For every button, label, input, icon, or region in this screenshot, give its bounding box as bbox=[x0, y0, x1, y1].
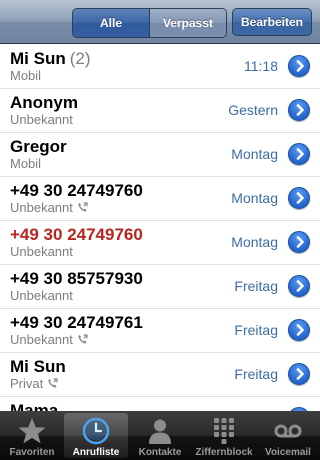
detail-disclosure-icon[interactable] bbox=[288, 143, 310, 165]
number-label: Mobil bbox=[10, 156, 41, 171]
keypad-icon bbox=[209, 417, 239, 445]
star-icon bbox=[17, 417, 47, 445]
call-time: Montag bbox=[231, 190, 278, 206]
call-time: Montag bbox=[231, 146, 278, 162]
call-row[interactable]: Mi Sun Privat Freitag bbox=[0, 353, 320, 397]
call-time: Gestern bbox=[228, 102, 278, 118]
number-label: Privat bbox=[10, 376, 58, 391]
caller-name-text: Mi Sun bbox=[10, 49, 66, 68]
contact-icon bbox=[145, 417, 175, 445]
navigation-bar: Alle Verpasst Bearbeiten bbox=[0, 0, 320, 44]
number-label-text: Unbekannt bbox=[10, 200, 73, 215]
tab-anrufliste[interactable]: Anrufliste bbox=[64, 413, 128, 458]
number-label: Unbekannt bbox=[10, 244, 73, 259]
call-row[interactable]: +49 30 24749760 Unbekannt Montag bbox=[0, 221, 320, 265]
outgoing-call-icon bbox=[77, 201, 88, 212]
call-count: (2) bbox=[69, 49, 91, 68]
number-label: Unbekannt bbox=[10, 200, 88, 215]
number-label-text: Unbekannt bbox=[10, 112, 73, 127]
tab-label: Ziffernblock bbox=[195, 447, 253, 458]
caller-name: Anonym bbox=[10, 93, 78, 113]
recents-list: Mi Sun (2) Mobil 11:18 Anonym Unbekannt Gester… bbox=[0, 45, 320, 411]
caller-name: +49 30 24749760 bbox=[10, 225, 143, 245]
caller-name: +49 30 85757930 bbox=[10, 269, 143, 289]
call-time: Freitag bbox=[234, 322, 278, 338]
number-label: Unbekannt bbox=[10, 332, 88, 347]
segment-missed[interactable]: Verpasst bbox=[149, 9, 226, 37]
number-label-text: Mobil bbox=[10, 156, 42, 171]
number-label-text: Mobil bbox=[10, 68, 42, 83]
caller-name-text: +49 30 85757930 bbox=[10, 269, 143, 288]
tab-voicemail[interactable]: Voicemail bbox=[256, 413, 320, 458]
caller-name: Mi Sun bbox=[10, 357, 66, 377]
detail-disclosure-icon[interactable] bbox=[288, 187, 310, 209]
caller-name: +49 30 24749760 bbox=[10, 181, 143, 201]
number-label-text: Unbekannt bbox=[10, 332, 73, 347]
detail-disclosure-icon[interactable] bbox=[288, 319, 310, 341]
call-row[interactable]: +49 30 24749760 Unbekannt Montag bbox=[0, 177, 320, 221]
edit-button[interactable]: Bearbeiten bbox=[232, 8, 312, 36]
voicemail-icon bbox=[273, 417, 303, 445]
number-label-text: Unbekannt bbox=[10, 288, 73, 303]
tab-ziffernblock[interactable]: Ziffernblock bbox=[192, 413, 256, 458]
number-label-text: Unbekannt bbox=[10, 244, 73, 259]
call-row[interactable]: +49 30 24749761 Unbekannt Freitag bbox=[0, 309, 320, 353]
call-row[interactable]: Mi Sun (2) Mobil 11:18 bbox=[0, 45, 320, 89]
caller-name-text: +49 30 24749761 bbox=[10, 313, 143, 332]
tab-label: Favoriten bbox=[9, 447, 55, 458]
caller-name: Mama bbox=[10, 401, 58, 411]
detail-disclosure-icon[interactable] bbox=[288, 231, 310, 253]
call-time: Freitag bbox=[234, 366, 278, 382]
call-row[interactable]: Gregor Mobil Montag bbox=[0, 133, 320, 177]
detail-disclosure-icon[interactable] bbox=[288, 363, 310, 385]
detail-disclosure-icon[interactable] bbox=[288, 55, 310, 77]
call-row[interactable]: Anonym Unbekannt Gestern bbox=[0, 89, 320, 133]
detail-disclosure-icon[interactable] bbox=[288, 99, 310, 121]
caller-name: Gregor bbox=[10, 137, 67, 157]
caller-name-text: Mama bbox=[10, 401, 59, 411]
number-label-text: Privat bbox=[10, 376, 44, 391]
number-label: Unbekannt bbox=[10, 288, 73, 303]
tab-kontakte[interactable]: Kontakte bbox=[128, 413, 192, 458]
caller-name-text: Gregor bbox=[10, 137, 67, 156]
number-label: Mobil bbox=[10, 68, 41, 83]
outgoing-call-icon bbox=[77, 333, 88, 344]
caller-name-text: +49 30 24749760 bbox=[10, 225, 143, 244]
tab-bar: Favoriten Anrufliste Kontakte Ziffernblock V… bbox=[0, 411, 320, 460]
caller-name-text: +49 30 24749760 bbox=[10, 181, 143, 200]
caller-name: +49 30 24749761 bbox=[10, 313, 143, 333]
tab-label: Anrufliste bbox=[72, 447, 120, 458]
call-time: Freitag bbox=[234, 278, 278, 294]
segment-all[interactable]: Alle bbox=[73, 9, 149, 37]
call-row[interactable]: Mama bbox=[0, 397, 320, 411]
caller-name: Mi Sun (2) bbox=[10, 49, 91, 69]
tab-label: Kontakte bbox=[138, 447, 182, 458]
caller-name-text: Anonym bbox=[10, 93, 78, 112]
call-time: 11:18 bbox=[244, 58, 278, 74]
tab-label: Voicemail bbox=[265, 447, 311, 458]
call-filter-segmented-control: Alle Verpasst bbox=[72, 8, 227, 38]
detail-disclosure-icon[interactable] bbox=[288, 275, 310, 297]
clock-icon bbox=[81, 417, 111, 445]
outgoing-call-icon bbox=[47, 377, 58, 388]
call-row[interactable]: +49 30 85757930 Unbekannt Freitag bbox=[0, 265, 320, 309]
number-label: Unbekannt bbox=[10, 112, 73, 127]
call-time: Montag bbox=[231, 234, 278, 250]
tab-favoriten[interactable]: Favoriten bbox=[0, 413, 64, 458]
caller-name-text: Mi Sun bbox=[10, 357, 66, 376]
